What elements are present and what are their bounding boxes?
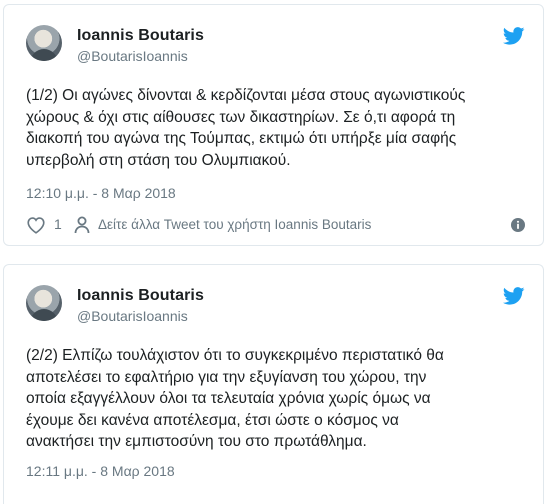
author-handle[interactable]: @BoutarisIoannis	[77, 308, 188, 324]
author-handle[interactable]: @BoutarisIoannis	[77, 48, 188, 64]
tweet-timestamp[interactable]: 12:11 μ.μ. - 8 Μαρ 2018	[26, 463, 175, 479]
more-tweets-link[interactable]: Δείτε άλλα Tweet του χρήστη Ioannis Bout…	[98, 217, 371, 232]
tweet-text: (1/2) Οι αγώνες δίνονται & κερδίζονται μ…	[26, 87, 466, 169]
tweet-card[interactable]: Ioannis Boutaris @BoutarisIoannis (2/2) …	[3, 264, 544, 504]
person-icon	[74, 216, 90, 234]
tweet-text: (2/2) Ελπίζω τουλάχιστον ότι το συγκεκρι…	[26, 347, 444, 450]
avatar[interactable]	[26, 25, 62, 61]
tweet-card[interactable]: Ioannis Boutaris @BoutarisIoannis (1/2) …	[3, 4, 544, 246]
like-count: 1	[54, 216, 62, 232]
tweet-timestamp[interactable]: 12:10 μ.μ. - 8 Μαρ 2018	[26, 185, 176, 201]
twitter-bird-icon[interactable]	[503, 27, 525, 45]
tweet-actions: 1 Δείτε άλλα Tweet του χρήστη Ioannis Bo…	[26, 214, 525, 236]
avatar[interactable]	[26, 285, 62, 321]
author-name[interactable]: Ioannis Boutaris	[77, 287, 204, 305]
heart-icon[interactable]	[26, 216, 46, 234]
twitter-bird-icon[interactable]	[503, 287, 525, 305]
author-name[interactable]: Ioannis Boutaris	[77, 27, 204, 45]
info-icon[interactable]	[511, 218, 525, 232]
